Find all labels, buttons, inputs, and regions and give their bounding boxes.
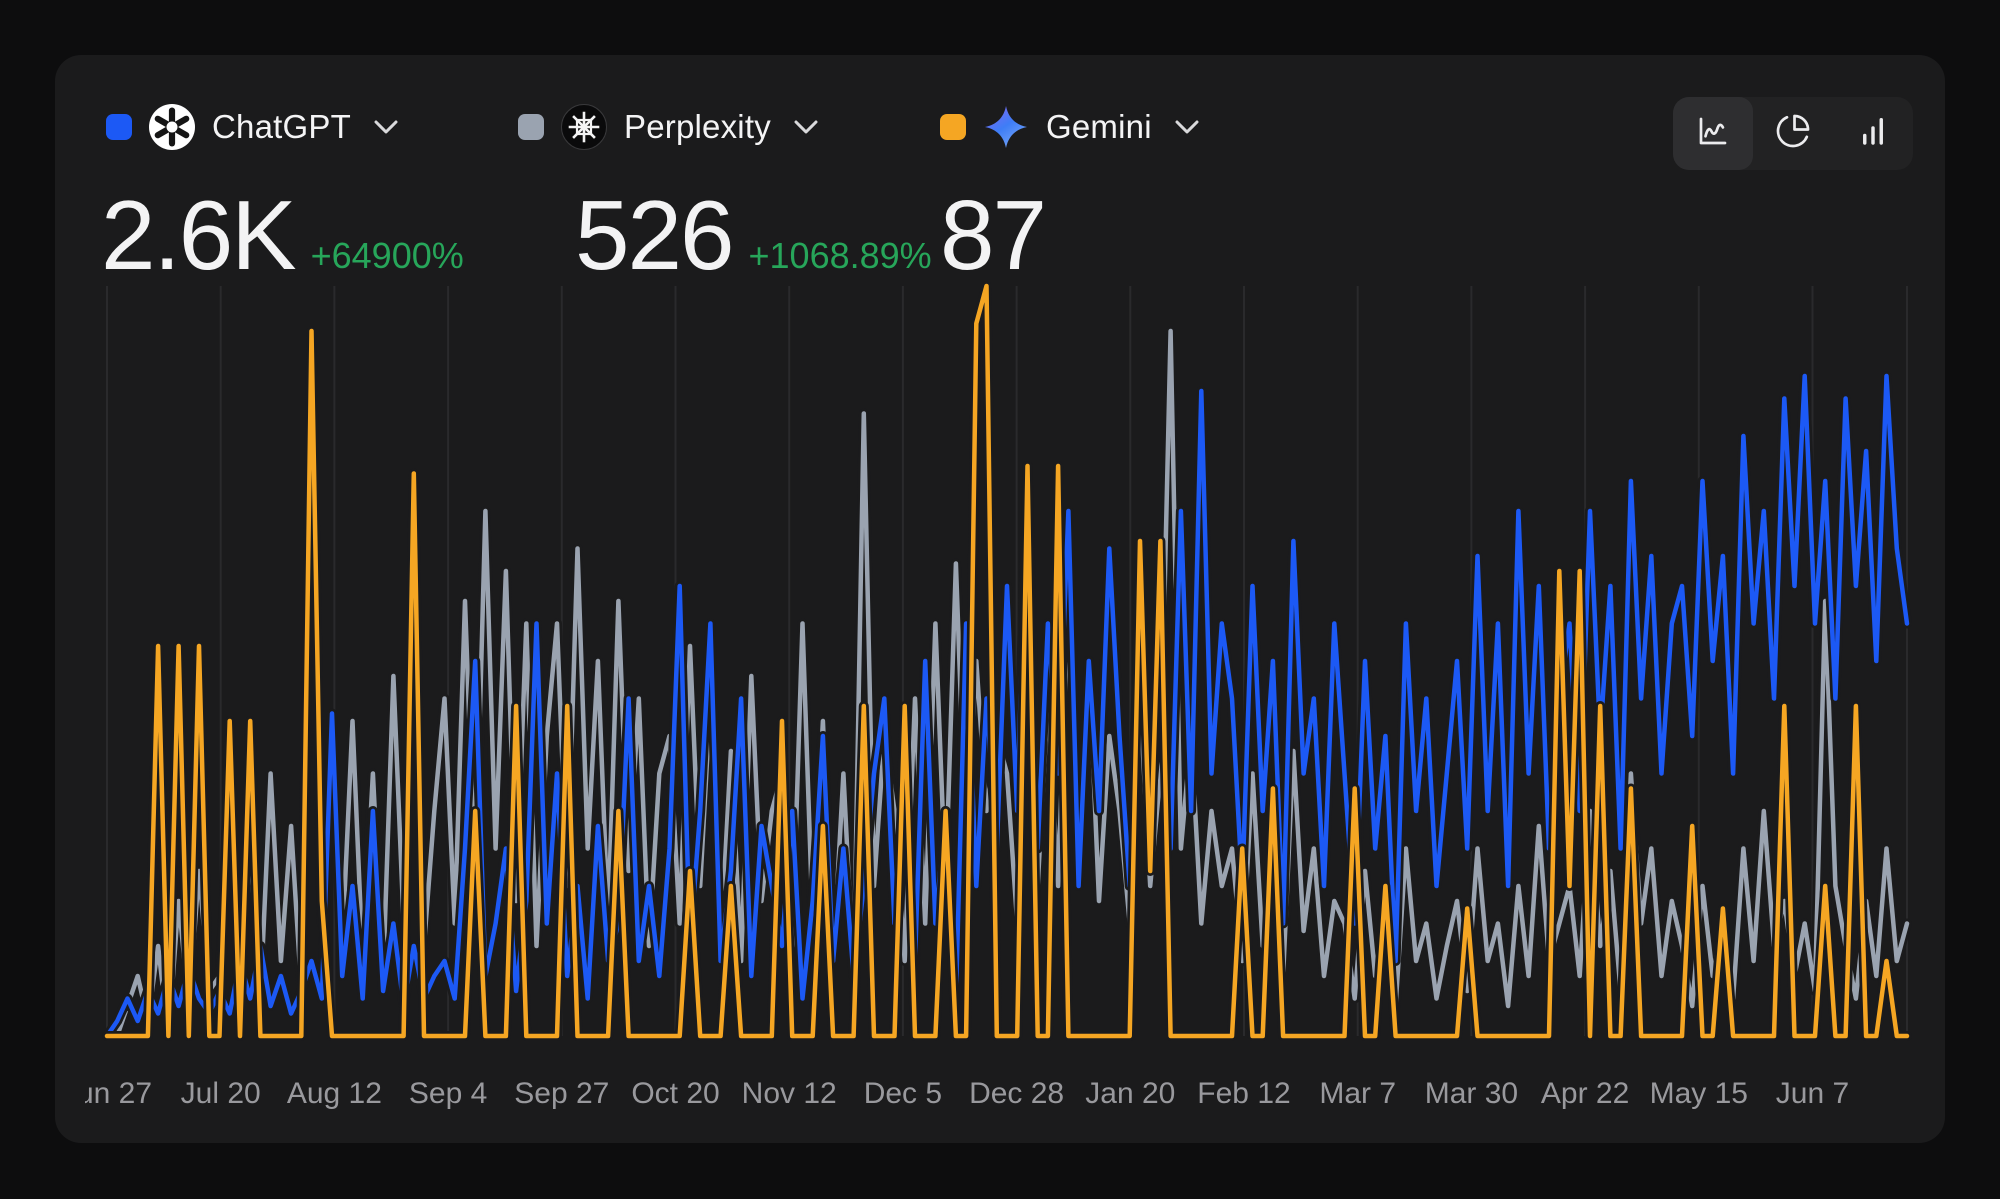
comparison-line-chart [107,286,1907,1036]
x-tick-label: May 15 [1650,1077,1748,1111]
x-tick-label: Mar 30 [1425,1077,1518,1111]
comparison-chart-svg [107,286,1907,1036]
x-tick-label: Sep 27 [514,1077,609,1111]
chevron-down-icon [793,119,819,135]
x-tick-label: Apr 22 [1541,1077,1629,1111]
chevron-down-icon [1174,119,1200,135]
bar-chart-icon [1855,113,1891,154]
stat-value-gemini: 87 [940,181,1045,291]
x-tick-label: Jul 20 [181,1077,261,1111]
pie-chart-icon [1775,113,1811,154]
stat-perplexity: 526 +1068.89% [575,179,932,291]
legend-label-perplexity: Perplexity [624,108,771,146]
chevron-down-icon [373,119,399,135]
color-swatch-chatgpt [106,114,132,140]
x-tick-label: Nov 12 [742,1077,837,1111]
openai-logo-icon [149,104,195,150]
x-tick-label: Sep 4 [409,1077,487,1111]
pie-chart-view-button[interactable] [1753,97,1833,170]
x-tick-label: Jun 7 [1776,1077,1849,1111]
x-tick-label: Jan 20 [1085,1077,1175,1111]
stat-chatgpt: 2.6K +64900% [101,179,464,291]
stat-value-chatgpt: 2.6K [101,181,295,291]
gemini-logo-icon [983,104,1029,150]
stat-value-perplexity: 526 [575,181,733,291]
color-swatch-perplexity [518,114,544,140]
x-tick-label: Oct 20 [631,1077,719,1111]
line-chart-view-button[interactable] [1673,97,1753,170]
x-tick-label: Dec 5 [864,1077,942,1111]
bar-chart-view-button[interactable] [1833,97,1913,170]
legend-item-gemini[interactable]: Gemini [940,102,1200,152]
x-tick-label: Feb 12 [1197,1077,1290,1111]
legend-label-gemini: Gemini [1046,108,1152,146]
stat-change-perplexity: +1068.89% [749,235,932,277]
x-tick-label: Jun 27 [85,1077,152,1111]
x-tick-label: Aug 12 [287,1077,382,1111]
stat-change-chatgpt: +64900% [311,235,464,277]
color-swatch-gemini [940,114,966,140]
page-background: { "colors": { "page_bg": "#0d0d0e", "car… [0,0,2000,1199]
legend-label-chatgpt: ChatGPT [212,108,351,146]
chart-view-toggle [1673,97,1913,170]
x-tick-label: Dec 28 [969,1077,1064,1111]
stat-gemini: 87 [940,179,1061,291]
perplexity-logo-icon [561,104,607,150]
legend-item-perplexity[interactable]: Perplexity [518,102,819,152]
line-chart-icon [1695,113,1731,154]
legend-item-chatgpt[interactable]: ChatGPT [106,102,399,152]
analytics-card: ChatGPT Perplexity [55,55,1945,1143]
x-tick-label: Mar 7 [1319,1077,1396,1111]
x-axis-ticks: Jun 27 Jul 20 Aug 12 Sep 4 Sep 27 Oct 20 Nov 1… [85,1075,1930,1115]
